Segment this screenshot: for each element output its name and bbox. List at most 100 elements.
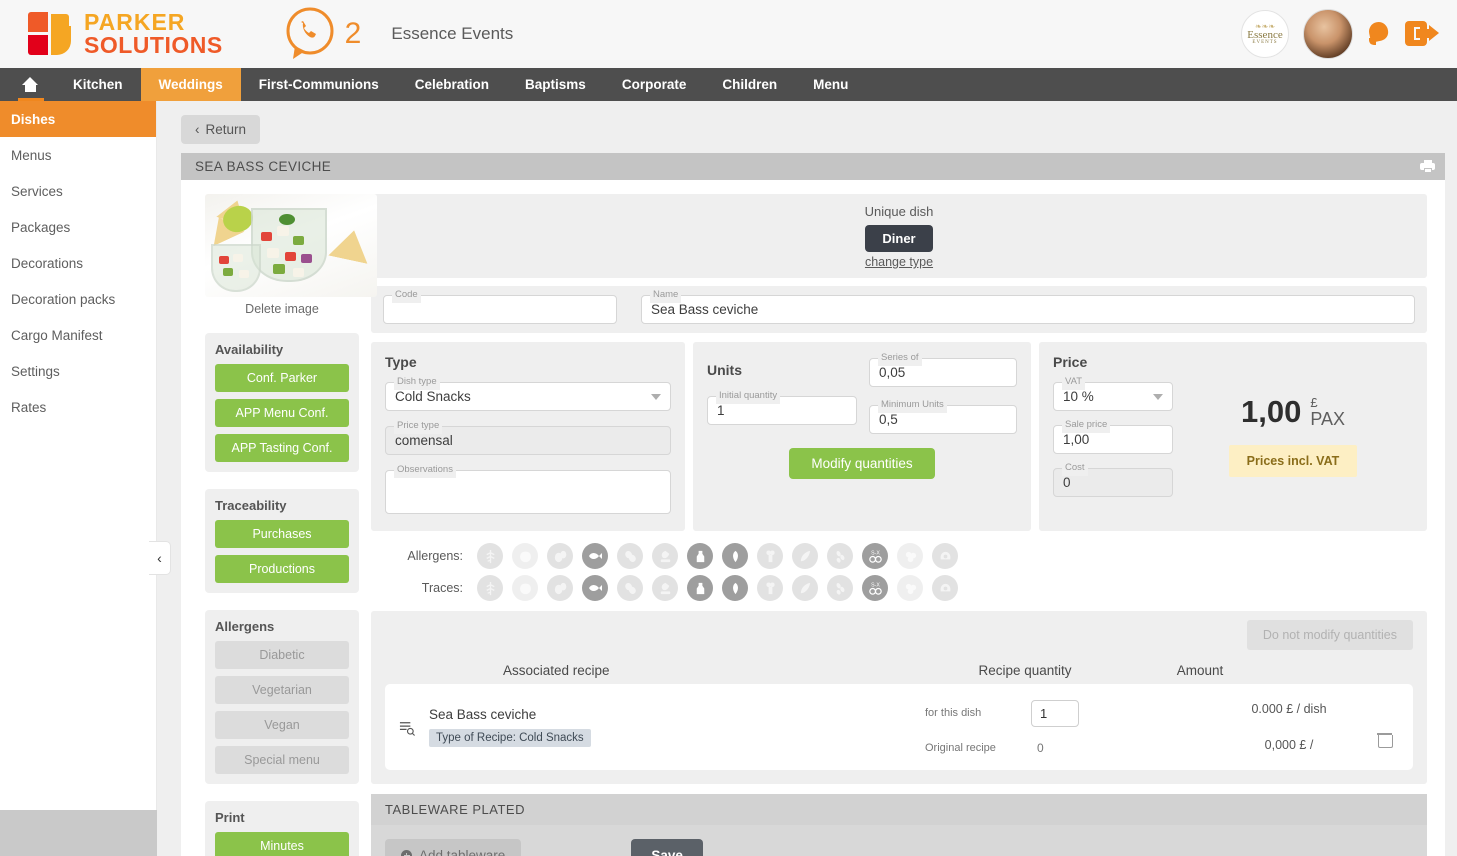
nav-item-menu[interactable]: Menu bbox=[795, 68, 866, 101]
sidebar-item-settings[interactable]: Settings bbox=[0, 353, 156, 389]
sidebar-item-cargo-manifest[interactable]: Cargo Manifest bbox=[0, 317, 156, 353]
nav-item-baptisms[interactable]: Baptisms bbox=[507, 68, 604, 101]
right-column: Unique dish Diner change type Code Name bbox=[371, 194, 1445, 856]
celery-icon[interactable] bbox=[757, 575, 783, 601]
productions-button[interactable]: Productions bbox=[215, 555, 349, 583]
company-name: Essence Events bbox=[391, 24, 513, 44]
print-icon[interactable] bbox=[1420, 160, 1435, 173]
sidebar-item-services[interactable]: Services bbox=[0, 173, 156, 209]
chevron-left-icon: ‹ bbox=[195, 122, 200, 137]
celery-icon[interactable] bbox=[757, 543, 783, 569]
brand-avatar-name: Essence bbox=[1247, 30, 1282, 40]
modify-quantities-button[interactable]: Modify quantities bbox=[789, 448, 934, 479]
sidebar-item-menus[interactable]: Menus bbox=[0, 137, 156, 173]
purchases-button[interactable]: Purchases bbox=[215, 520, 349, 548]
original-recipe-label: Original recipe bbox=[925, 742, 1013, 754]
eggs-icon[interactable] bbox=[547, 575, 573, 601]
diner-badge[interactable]: Diner bbox=[865, 225, 932, 252]
unique-dish-label: Unique dish bbox=[371, 204, 1427, 219]
molluscs-icon[interactable] bbox=[932, 543, 958, 569]
delete-image-link[interactable]: Delete image bbox=[205, 302, 359, 316]
sesame-icon[interactable] bbox=[827, 543, 853, 569]
nuts-icon[interactable] bbox=[722, 575, 748, 601]
add-tableware-button[interactable]: Add tableware bbox=[385, 839, 521, 856]
nav-item-weddings[interactable]: Weddings bbox=[141, 68, 241, 101]
print-title: Print bbox=[215, 810, 349, 825]
fish-icon[interactable] bbox=[582, 543, 608, 569]
mustard-icon[interactable] bbox=[792, 575, 818, 601]
delete-recipe-trash-icon[interactable] bbox=[1378, 732, 1391, 747]
sesame-icon[interactable] bbox=[827, 575, 853, 601]
peanuts-icon[interactable] bbox=[617, 575, 643, 601]
nav-item-celebration[interactable]: Celebration bbox=[397, 68, 507, 101]
special-menu-button[interactable]: Special menu bbox=[215, 746, 349, 774]
fish-icon[interactable] bbox=[582, 575, 608, 601]
observations-field: Observations bbox=[385, 470, 671, 519]
change-type-link[interactable]: change type bbox=[371, 255, 1427, 269]
sidebar-item-dishes[interactable]: Dishes bbox=[0, 101, 156, 137]
gluten-icon[interactable] bbox=[477, 543, 503, 569]
sulphites-icon[interactable]: S-X bbox=[862, 575, 888, 601]
soy-icon[interactable] bbox=[652, 575, 678, 601]
recipe-name: Sea Bass ceviche bbox=[429, 707, 925, 722]
recipe-section: Do not modify quantities Associated reci… bbox=[371, 611, 1427, 784]
lupin-icon[interactable] bbox=[897, 543, 923, 569]
nav-home[interactable] bbox=[0, 68, 55, 101]
peanuts-icon[interactable] bbox=[617, 543, 643, 569]
nav-item-children[interactable]: Children bbox=[704, 68, 795, 101]
brand-avatar-sub: EVENTS bbox=[1252, 40, 1277, 45]
gluten-icon[interactable] bbox=[477, 575, 503, 601]
dish-type-field: Dish type Cold Snacks bbox=[385, 382, 671, 411]
svg-text:S-X: S-X bbox=[871, 550, 880, 556]
logout-icon[interactable] bbox=[1405, 20, 1439, 48]
diabetic-button[interactable]: Diabetic bbox=[215, 641, 349, 669]
milk-icon[interactable] bbox=[687, 543, 713, 569]
sidebar-collapse-chevron-left-icon[interactable]: ‹ bbox=[149, 541, 171, 575]
whatsapp-widget[interactable]: 2 bbox=[281, 6, 362, 62]
sidebar-item-rates[interactable]: Rates bbox=[0, 389, 156, 425]
sidebar-item-decorations[interactable]: Decorations bbox=[0, 245, 156, 281]
minimum-units-field: Minimum Units bbox=[869, 405, 1017, 434]
app-menu-conf-button[interactable]: APP Menu Conf. bbox=[215, 399, 349, 427]
sidebar-item-packages[interactable]: Packages bbox=[0, 209, 156, 245]
nuts-icon[interactable] bbox=[722, 543, 748, 569]
milk-icon[interactable] bbox=[687, 575, 713, 601]
recipe-table-header: Associated recipe Recipe quantity Amount bbox=[385, 650, 1413, 684]
app-tasting-conf-button[interactable]: APP Tasting Conf. bbox=[215, 434, 349, 462]
table-row[interactable]: Sea Bass ceviche Type of Recipe: Cold Sn… bbox=[385, 684, 1413, 770]
tableware-section-title: TABLEWARE PLATED bbox=[371, 794, 1427, 825]
molluscs-icon[interactable] bbox=[932, 575, 958, 601]
eggs-icon[interactable] bbox=[547, 543, 573, 569]
traces-row-label: Traces: bbox=[379, 581, 463, 595]
conf-parker-button[interactable]: Conf. Parker bbox=[215, 364, 349, 392]
sidebar-item-decoration-packs[interactable]: Decoration packs bbox=[0, 281, 156, 317]
initial-quantity-field: Initial quantity bbox=[707, 396, 857, 425]
sulphites-icon[interactable]: S-X bbox=[862, 543, 888, 569]
nav-item-corporate[interactable]: Corporate bbox=[604, 68, 705, 101]
brand-logo[interactable]: PARKER SOLUTIONS bbox=[28, 11, 223, 57]
page-title-bar: SEA BASS CEVICHE bbox=[181, 153, 1445, 180]
for-this-dish-amount: 0.000 £ / dish bbox=[1251, 702, 1326, 716]
lupin-icon[interactable] bbox=[897, 575, 923, 601]
brand-name-line2: SOLUTIONS bbox=[84, 34, 223, 57]
sale-price-label: Sale price bbox=[1062, 419, 1110, 430]
save-button[interactable]: Save bbox=[631, 839, 703, 856]
nav-item-kitchen[interactable]: Kitchen bbox=[55, 68, 141, 101]
nav-item-first-communions[interactable]: First-Communions bbox=[241, 68, 397, 101]
recipe-detail-icon[interactable] bbox=[385, 719, 429, 736]
vegetarian-button[interactable]: Vegetarian bbox=[215, 676, 349, 704]
user-avatar[interactable] bbox=[1303, 9, 1353, 59]
return-button[interactable]: ‹ Return bbox=[181, 115, 260, 144]
display-price: 1,00 £ PAX bbox=[1241, 396, 1345, 429]
crustaceans-icon[interactable] bbox=[512, 575, 538, 601]
crustaceans-icon[interactable] bbox=[512, 543, 538, 569]
for-this-dish-input[interactable] bbox=[1031, 700, 1079, 727]
mustard-icon[interactable] bbox=[792, 543, 818, 569]
name-input[interactable] bbox=[641, 295, 1415, 324]
notifications-bell-icon[interactable] bbox=[1367, 21, 1391, 47]
soy-icon[interactable] bbox=[652, 543, 678, 569]
vegan-button[interactable]: Vegan bbox=[215, 711, 349, 739]
brand-avatar[interactable]: ❧❧❧ Essence EVENTS bbox=[1241, 10, 1289, 58]
do-not-modify-quantities-button[interactable]: Do not modify quantities bbox=[1247, 620, 1413, 650]
print-minutes-button[interactable]: Minutes bbox=[215, 832, 349, 856]
